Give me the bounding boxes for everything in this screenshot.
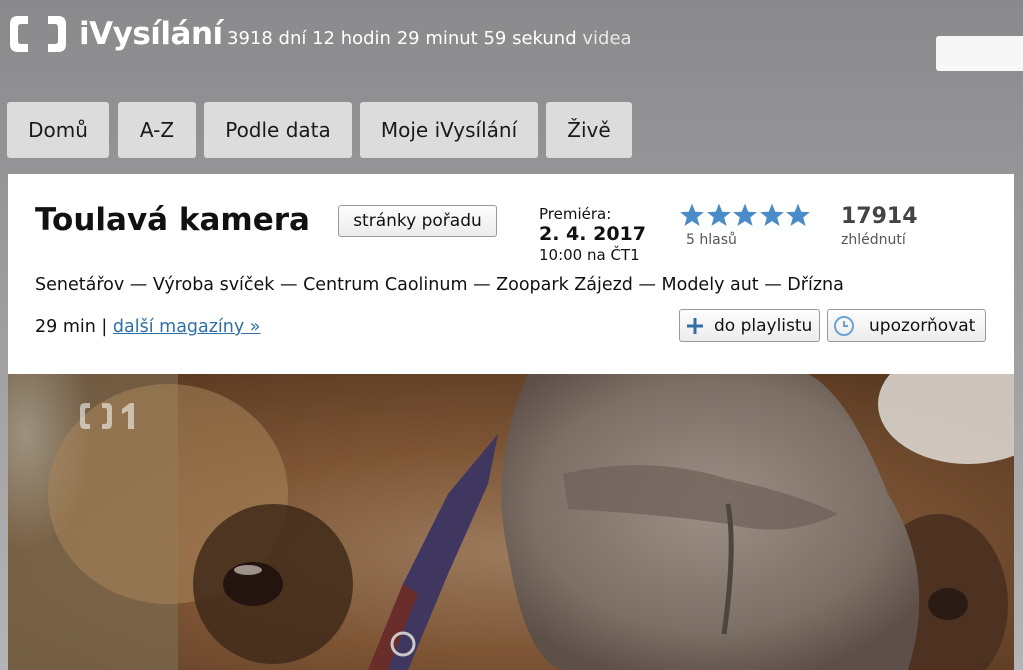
rating-stars[interactable]	[679, 202, 812, 228]
star-icon[interactable]	[706, 202, 732, 228]
more-magazines-link[interactable]: další magazíny »	[113, 317, 261, 337]
show-title: Toulavá kamera	[35, 202, 310, 238]
tab-my-ivysilani[interactable]: Moje iVysílání	[360, 102, 538, 158]
star-icon[interactable]	[732, 202, 758, 228]
notify-button-label: upozorňovat	[869, 315, 976, 336]
duration: 29 min	[35, 317, 96, 337]
tab-home[interactable]: Domů	[7, 102, 109, 158]
vote-count: 5 hlasů	[686, 232, 737, 248]
counter-text: 3918 dní 12 hodin 29 minut 59 sekund	[227, 28, 577, 49]
archive-counter: 3918 dní 12 hodin 29 minut 59 sekund vid…	[227, 28, 632, 49]
logo-text: iVysílání	[79, 16, 223, 52]
star-icon[interactable]	[679, 202, 705, 228]
header: iVysílání 3918 dní 12 hodin 29 minut 59 …	[0, 0, 1023, 100]
playlist-button-label: do playlistu	[714, 315, 813, 336]
star-icon[interactable]	[785, 202, 811, 228]
search-input[interactable]	[936, 36, 1023, 71]
notify-button[interactable]: upozorňovat	[827, 309, 986, 342]
add-to-playlist-button[interactable]: do playlistu	[679, 309, 820, 342]
counter-suffix: videa	[582, 28, 632, 49]
premiere-date: 2. 4. 2017	[539, 223, 646, 245]
views-number: 17914	[841, 204, 918, 229]
premiere-info: Premiéra: 2. 4. 2017 10:00 na ČT1	[539, 205, 646, 264]
clock-icon	[833, 315, 855, 337]
premiere-label: Premiéra:	[539, 205, 612, 223]
show-page-button[interactable]: stránky pořadu	[338, 205, 497, 237]
premiere-time: 10:00 na ČT1	[539, 246, 640, 264]
episode-topics: Senetářov — Výroba svíček — Centrum Caol…	[35, 275, 844, 295]
tab-a-z[interactable]: A-Z	[118, 102, 196, 158]
ct1-channel-logo	[78, 401, 142, 435]
episode-meta: 29 min | další magazíny »	[35, 317, 261, 337]
video-frame-camel	[8, 374, 1014, 670]
rating[interactable]: 5 hlasů	[679, 202, 812, 248]
view-count: 17914 zhlédnutí	[841, 202, 918, 248]
ct-ivysilani-logo[interactable]: iVysílání	[6, 12, 223, 56]
tab-live[interactable]: Živě	[546, 102, 632, 158]
separator: |	[101, 317, 108, 337]
tab-by-date[interactable]: Podle data	[204, 102, 352, 158]
star-icon[interactable]	[759, 202, 785, 228]
plus-icon	[685, 316, 705, 336]
video-player[interactable]	[8, 374, 1014, 670]
ct-logo-icon	[10, 16, 66, 52]
views-label: zhlédnutí	[841, 232, 906, 248]
show-info-panel: Toulavá kamera stránky pořadu Premiéra: …	[8, 174, 1014, 374]
